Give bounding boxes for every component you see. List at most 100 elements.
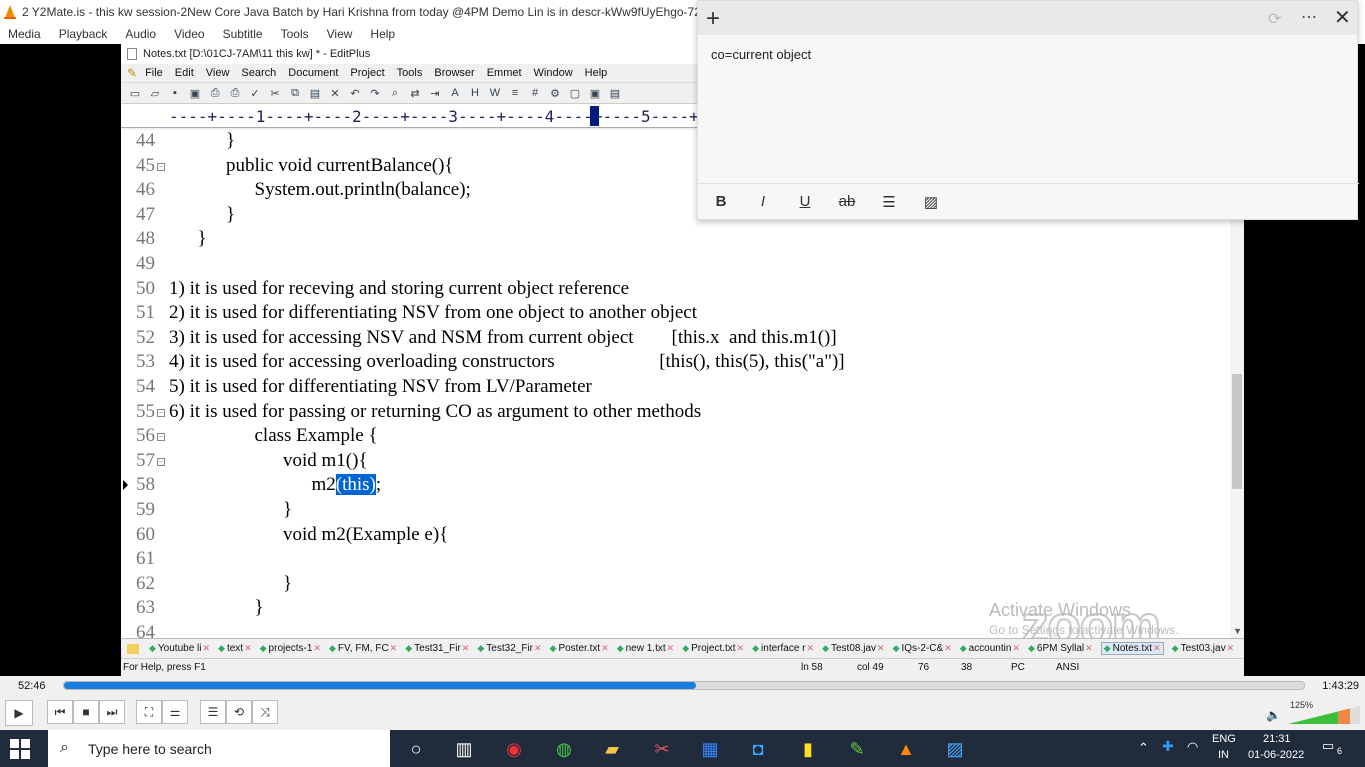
playlist-icon[interactable]: ☰: [200, 700, 226, 724]
document-tab[interactable]: ◆ Test03.jav ✕: [1172, 642, 1235, 655]
store-icon[interactable]: ▦: [698, 737, 722, 761]
browser-icon[interactable]: ▣: [587, 85, 603, 101]
windows-start-icon[interactable]: [10, 739, 30, 759]
close-tab-icon[interactable]: ✕: [244, 643, 252, 654]
chevron-down-icon[interactable]: ▼: [1233, 626, 1242, 636]
cut-icon[interactable]: ✂: [267, 85, 283, 101]
open-folder-icon[interactable]: ▱: [147, 85, 163, 101]
code-line[interactable]: 51 2) it is used for differentiating NSV …: [121, 302, 1226, 326]
print-preview-icon[interactable]: ⎙: [207, 85, 223, 101]
document-tab[interactable]: ◆ accountin ✕: [960, 642, 1020, 655]
vlc-menu-subtitle[interactable]: Subtitle: [223, 27, 263, 41]
close-tab-icon[interactable]: ✕: [202, 643, 210, 654]
fullscreen-icon[interactable]: ⛶: [136, 700, 162, 724]
wifi-icon[interactable]: ◠: [1187, 739, 1198, 755]
code-line[interactable]: 60 void m2(Example e){: [121, 524, 1226, 548]
notification-icon[interactable]: ▭: [1322, 738, 1334, 754]
document-tab[interactable]: ◆ Test08.jav ✕: [822, 642, 885, 655]
fold-toggle-icon[interactable]: −: [157, 457, 165, 466]
document-tab[interactable]: ◆ Project.txt ✕: [682, 642, 744, 655]
document-tab[interactable]: ◆ Poster.txt ✕: [550, 642, 609, 655]
cortana-icon[interactable]: ○: [404, 737, 428, 761]
close-tab-icon[interactable]: ✕: [807, 643, 815, 654]
replace-icon[interactable]: ⇄: [407, 85, 423, 101]
close-tab-icon[interactable]: ✕: [1085, 643, 1093, 654]
image-icon[interactable]: ▨: [922, 193, 940, 211]
save-icon[interactable]: ▪: [167, 85, 183, 101]
menu-edit[interactable]: Edit: [175, 67, 194, 79]
close-tab-icon[interactable]: ✕: [390, 643, 398, 654]
close-tab-icon[interactable]: ✕: [534, 643, 542, 654]
vlc-menu-view[interactable]: View: [327, 27, 353, 41]
hex-icon[interactable]: H: [467, 85, 483, 101]
new-file-icon[interactable]: ▭: [127, 85, 143, 101]
fold-toggle-icon[interactable]: −: [157, 408, 165, 417]
document-tab[interactable]: ◆ IQs-2-C& ✕: [893, 642, 952, 655]
font-icon[interactable]: A: [447, 85, 463, 101]
save-all-icon[interactable]: ▣: [187, 85, 203, 101]
bold-icon[interactable]: B: [712, 193, 730, 210]
menu-help[interactable]: Help: [585, 67, 608, 79]
spellcheck-icon[interactable]: ✓: [247, 85, 263, 101]
chrome-icon[interactable]: ◍: [552, 737, 576, 761]
taskbar-search-box[interactable]: ⌕ Type here to search: [48, 730, 390, 767]
close-tab-icon[interactable]: ✕: [601, 643, 609, 654]
paste-icon[interactable]: ▤: [307, 85, 323, 101]
seek-slider[interactable]: [63, 681, 1305, 690]
document-tab[interactable]: ◆ interface r ✕: [752, 642, 814, 655]
code-line[interactable]: 54 5) it is used for differentiating NSV …: [121, 376, 1226, 400]
vlc-menu-tools[interactable]: Tools: [281, 27, 309, 41]
linenumber-icon[interactable]: ≡: [507, 85, 523, 101]
file-explorer-icon[interactable]: ▰: [600, 737, 624, 761]
document-tab[interactable]: ◆ text ✕: [218, 642, 252, 655]
document-tab[interactable]: ◆ Youtube li ✕: [149, 642, 210, 655]
find-icon[interactable]: ⌕: [387, 85, 403, 101]
sticky-notes-icon[interactable]: ▮: [796, 737, 820, 761]
print-icon[interactable]: ⎙: [227, 85, 243, 101]
stop-icon[interactable]: ■: [73, 700, 99, 724]
menu-document[interactable]: Document: [288, 67, 338, 79]
vlc-menu-media[interactable]: Media: [8, 27, 41, 41]
document-tab[interactable]: ◆ Notes.txt ✕: [1100, 642, 1164, 655]
document-tab[interactable]: ◆ Test32_Fir ✕: [477, 642, 541, 655]
settings-icon[interactable]: ⚙: [547, 85, 563, 101]
document-tab[interactable]: ◆ Test31_Fir ✕: [405, 642, 469, 655]
close-tab-icon[interactable]: ✕: [1227, 643, 1235, 654]
vlc-menu-video[interactable]: Video: [174, 27, 204, 41]
close-tab-icon[interactable]: ✕: [944, 643, 952, 654]
shuffle-icon[interactable]: ⤨: [252, 700, 278, 724]
wordwrap-icon[interactable]: W: [487, 85, 503, 101]
snipping-tool-icon[interactable]: ✂: [650, 737, 674, 761]
editplus-icon[interactable]: ✎: [845, 737, 869, 761]
code-line[interactable]: 50 1) it is used for receving and storing…: [121, 278, 1226, 302]
chevron-up-icon[interactable]: ⌃: [1138, 740, 1149, 756]
code-line[interactable]: 48 }: [121, 228, 1226, 252]
document-tab[interactable]: ◆ 6PM Syllal ✕: [1028, 642, 1093, 655]
redo-icon[interactable]: ↷: [367, 85, 383, 101]
close-tab-icon[interactable]: ✕: [313, 643, 321, 654]
extended-settings-icon[interactable]: ⚌: [162, 700, 188, 724]
previous-icon[interactable]: ⏮: [47, 700, 73, 724]
close-tab-icon[interactable]: ✕: [462, 643, 470, 654]
undo-icon[interactable]: ↶: [347, 85, 363, 101]
close-tab-icon[interactable]: ✕: [1153, 643, 1161, 654]
play-icon[interactable]: ▶: [5, 700, 33, 726]
document-tab[interactable]: ◆ projects-1 ✕: [260, 642, 321, 655]
language-region[interactable]: IN: [1218, 749, 1229, 761]
close-icon[interactable]: ✕: [1334, 5, 1351, 30]
menu-project[interactable]: Project: [350, 67, 384, 79]
menu-view[interactable]: View: [206, 67, 230, 79]
speaker-icon[interactable]: 🔈: [1266, 708, 1281, 722]
vlc-menu-help[interactable]: Help: [370, 27, 395, 41]
sync-icon[interactable]: ⟳: [1268, 9, 1281, 29]
selected-text[interactable]: (this): [335, 474, 376, 496]
goto-icon[interactable]: ⇥: [427, 85, 443, 101]
tray-app-icon[interactable]: ✚: [1162, 738, 1174, 755]
code-line[interactable]: 53 4) it is used for accessing overloadin…: [121, 351, 1226, 375]
menu-window[interactable]: Window: [534, 67, 573, 79]
scrollbar-thumb[interactable]: [1232, 374, 1242, 489]
menu-file[interactable]: File: [145, 67, 163, 79]
sticky-note-text[interactable]: co=current object: [711, 47, 811, 62]
menu-search[interactable]: Search: [241, 67, 276, 79]
close-tab-icon[interactable]: ✕: [737, 643, 745, 654]
